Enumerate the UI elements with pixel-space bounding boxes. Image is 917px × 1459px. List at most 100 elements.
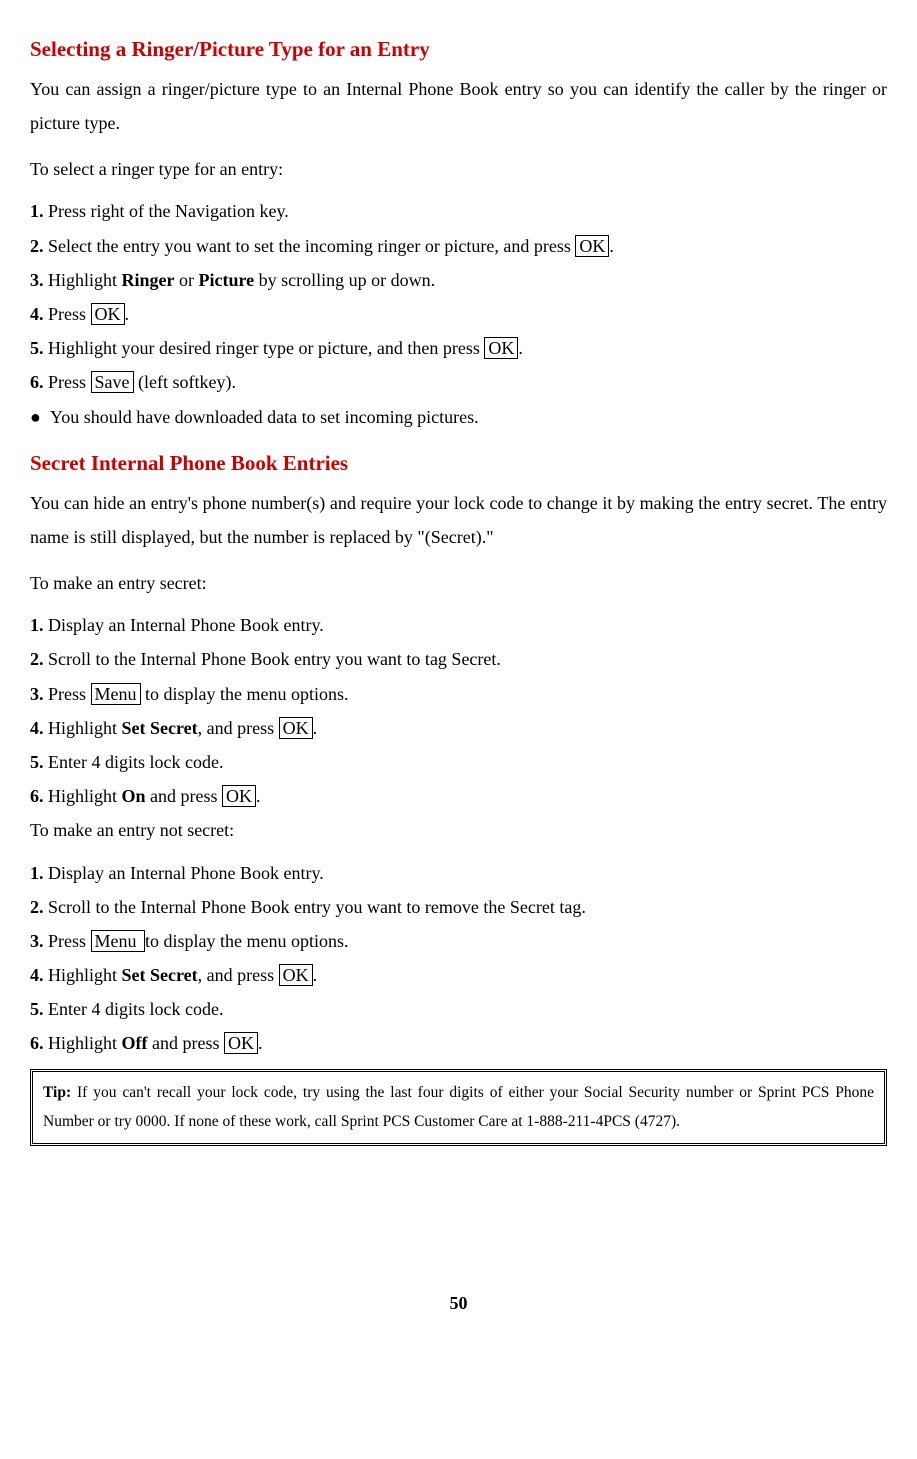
step-num: 6. <box>30 372 44 392</box>
step-1-2: 2. Select the entry you want to set the … <box>30 229 887 263</box>
step-text-a: Press <box>44 372 91 392</box>
ok-key: OK <box>91 303 125 325</box>
step-num: 6. <box>30 1033 44 1053</box>
step-num: 2. <box>30 649 44 669</box>
step-num: 4. <box>30 965 44 985</box>
menu-key: Menu <box>91 683 141 705</box>
intro-make-not-secret: To make an entry not secret: <box>30 813 887 847</box>
step-text-b: . <box>258 1033 263 1053</box>
step-text: Press right of the Navigation key. <box>44 201 289 221</box>
step-num: 4. <box>30 304 44 324</box>
bullet-icon: ● <box>30 400 50 434</box>
step-text-a: Highlight <box>44 1033 122 1053</box>
step-num: 2. <box>30 897 44 917</box>
step-text-a: Highlight <box>44 718 122 738</box>
step-2a-6: 6. Highlight On and press OK. <box>30 779 887 813</box>
step-text-a: Press <box>44 684 91 704</box>
save-key: Save <box>91 371 134 393</box>
ok-key: OK <box>224 1032 258 1054</box>
step-text-a: Press <box>44 304 91 324</box>
ok-key: OK <box>279 717 313 739</box>
step-text: Enter 4 digits lock code. <box>44 999 224 1019</box>
step-num: 1. <box>30 201 44 221</box>
option-on: On <box>122 786 146 806</box>
step-1-6: 6. Press Save (left softkey). <box>30 365 887 399</box>
step-2b-1: 1. Display an Internal Phone Book entry. <box>30 856 887 890</box>
step-text-b: (left softkey). <box>134 372 236 392</box>
option-set-secret: Set Secret <box>122 965 198 985</box>
step-text-b: by scrolling up or down. <box>254 270 435 290</box>
step-2a-5: 5. Enter 4 digits lock code. <box>30 745 887 779</box>
step-num: 2. <box>30 236 44 256</box>
step-text-mid: or <box>175 270 199 290</box>
step-text-a: Highlight <box>44 270 122 290</box>
step-num: 5. <box>30 338 44 358</box>
step-num: 5. <box>30 752 44 772</box>
heading-secret-entries: Secret Internal Phone Book Entries <box>30 444 887 484</box>
step-text-b: . <box>609 236 614 256</box>
menu-key: Menu <box>91 930 146 952</box>
step-2b-3: 3. Press Menu to display the menu option… <box>30 924 887 958</box>
option-ringer: Ringer <box>122 270 175 290</box>
step-1-3: 3. Highlight Ringer or Picture by scroll… <box>30 263 887 297</box>
page-number: 50 <box>30 1286 887 1320</box>
ok-key: OK <box>222 785 256 807</box>
step-text-mid: and press <box>146 786 222 806</box>
heading-ringer-picture: Selecting a Ringer/Picture Type for an E… <box>30 30 887 70</box>
step-2a-2: 2. Scroll to the Internal Phone Book ent… <box>30 642 887 676</box>
step-text-a: Highlight <box>44 965 122 985</box>
intro-make-secret: To make an entry secret: <box>30 566 887 600</box>
step-2b-4: 4. Highlight Set Secret, and press OK. <box>30 958 887 992</box>
step-2a-3: 3. Press Menu to display the menu option… <box>30 677 887 711</box>
step-text-b: . <box>313 718 318 738</box>
step-num: 6. <box>30 786 44 806</box>
tip-text: If you can't recall your lock code, try … <box>43 1084 874 1130</box>
option-off: Off <box>122 1033 148 1053</box>
step-text-mid: and press <box>148 1033 224 1053</box>
step-text-b: to display the menu options. <box>145 931 348 951</box>
step-2b-6: 6. Highlight Off and press OK. <box>30 1026 887 1060</box>
bullet-note: ●You should have downloaded data to set … <box>30 400 887 434</box>
step-num: 1. <box>30 615 44 635</box>
step-2a-1: 1. Display an Internal Phone Book entry. <box>30 608 887 642</box>
step-1-5: 5. Highlight your desired ringer type or… <box>30 331 887 365</box>
step-text-b: . <box>313 965 318 985</box>
step-text: Enter 4 digits lock code. <box>44 752 224 772</box>
step-text-a: Highlight <box>44 786 122 806</box>
ok-key: OK <box>484 337 518 359</box>
step-text-b: . <box>125 304 130 324</box>
step-2b-5: 5. Enter 4 digits lock code. <box>30 992 887 1026</box>
step-text-a: Select the entry you want to set the inc… <box>44 236 576 256</box>
step-text-b: to display the menu options. <box>141 684 349 704</box>
para-secret-intro: You can hide an entry's phone number(s) … <box>30 486 887 554</box>
ok-key: OK <box>575 235 609 257</box>
step-text: Display an Internal Phone Book entry. <box>44 863 324 883</box>
bullet-text: You should have downloaded data to set i… <box>50 407 479 427</box>
step-text-mid: , and press <box>198 965 279 985</box>
step-num: 3. <box>30 931 44 951</box>
option-set-secret: Set Secret <box>122 718 198 738</box>
option-picture: Picture <box>199 270 255 290</box>
step-num: 3. <box>30 270 44 290</box>
tip-box: Tip: If you can't recall your lock code,… <box>30 1069 887 1146</box>
step-num: 4. <box>30 718 44 738</box>
step-text: Scroll to the Internal Phone Book entry … <box>44 897 586 917</box>
step-1-4: 4. Press OK. <box>30 297 887 331</box>
step-2a-4: 4. Highlight Set Secret, and press OK. <box>30 711 887 745</box>
step-num: 3. <box>30 684 44 704</box>
step-text: Display an Internal Phone Book entry. <box>44 615 324 635</box>
intro-ringer-steps: To select a ringer type for an entry: <box>30 152 887 186</box>
step-text: Scroll to the Internal Phone Book entry … <box>44 649 501 669</box>
ok-key: OK <box>279 964 313 986</box>
para-ringer-intro: You can assign a ringer/picture type to … <box>30 72 887 140</box>
step-num: 1. <box>30 863 44 883</box>
step-2b-2: 2. Scroll to the Internal Phone Book ent… <box>30 890 887 924</box>
step-num: 5. <box>30 999 44 1019</box>
step-text-b: . <box>518 338 523 358</box>
tip-label: Tip: <box>43 1084 71 1101</box>
step-text-b: . <box>256 786 261 806</box>
step-text-mid: , and press <box>198 718 279 738</box>
step-text-a: Press <box>44 931 91 951</box>
step-1-1: 1. Press right of the Navigation key. <box>30 194 887 228</box>
step-text-a: Highlight your desired ringer type or pi… <box>44 338 485 358</box>
